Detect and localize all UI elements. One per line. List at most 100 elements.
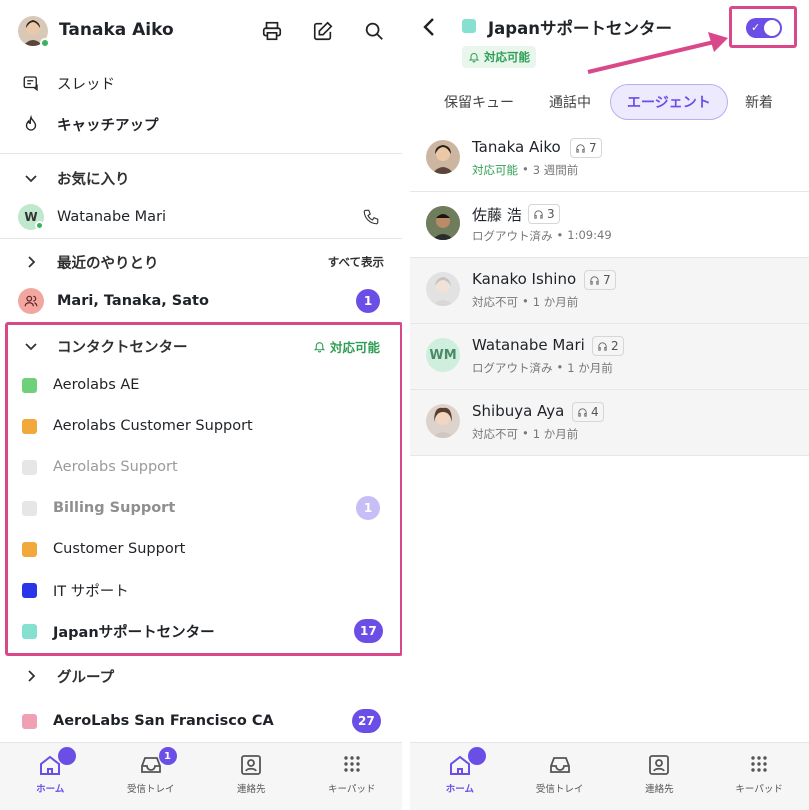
tab-keypad[interactable]: キーパッド xyxy=(302,743,403,810)
agent-status: 対応不可 • 1 か月前 xyxy=(472,294,578,310)
group-item[interactable]: AeroLabs San Francisco CA 27 xyxy=(0,701,402,741)
recent-header[interactable]: 最近のやりとり すべて表示 xyxy=(0,242,402,282)
online-indicator xyxy=(35,221,44,230)
tab-on-call[interactable]: 通話中 xyxy=(549,84,591,120)
tab-inbox[interactable]: 1 受信トレイ xyxy=(101,743,202,810)
tab-label: ホーム xyxy=(445,784,474,795)
agent-call-count: 7 xyxy=(584,270,616,290)
threads-icon xyxy=(23,76,38,92)
compose-icon[interactable] xyxy=(312,20,334,42)
group-header[interactable]: グループ xyxy=(0,656,402,696)
agent-row[interactable]: WM Watanabe Mari 2 ログアウト済み • 1 か月前 xyxy=(410,324,809,390)
contact-center-item[interactable]: Billing Support 1 xyxy=(0,488,402,528)
agent-name: 佐藤 浩 xyxy=(472,206,522,224)
left-header: Tanaka Aiko xyxy=(0,0,402,66)
contact-center-header[interactable]: コンタクトセンター 対応可能 xyxy=(0,326,402,366)
recent-item[interactable]: Mari, Tanaka, Sato 1 xyxy=(0,281,402,321)
status-text: 対応不可 xyxy=(472,427,518,441)
contact-center-item[interactable]: Japanサポートセンター 17 xyxy=(0,611,402,651)
count-value: 2 xyxy=(611,339,619,353)
recent-item-label: Mari, Tanaka, Sato xyxy=(57,293,209,309)
contact-center-item[interactable]: IT サポート xyxy=(0,570,402,610)
nav-catchup-label: キャッチアップ xyxy=(57,117,159,134)
tab-keypad[interactable]: キーパッド xyxy=(709,743,809,810)
contact-center-item[interactable]: Aerolabs Support xyxy=(0,447,402,487)
tab-badge xyxy=(468,747,486,765)
agent-avatar xyxy=(426,404,460,438)
nav-catchup[interactable]: キャッチアップ xyxy=(0,104,402,144)
bottom-tab-bar: ホーム 受信トレイ 連絡先 キーパッド xyxy=(410,742,809,810)
tab-contacts[interactable]: 連絡先 xyxy=(201,743,302,810)
contacts-icon xyxy=(649,755,670,775)
availability-label: 対応可能 xyxy=(329,339,380,355)
inbox-icon xyxy=(549,757,570,773)
tab-home[interactable]: ホーム xyxy=(410,743,510,810)
queue-label: Aerolabs Support xyxy=(53,459,178,475)
agent-name: Watanabe Mari xyxy=(472,336,585,354)
agent-avatar xyxy=(426,272,460,306)
queue-color-swatch xyxy=(22,541,37,557)
queue-color-swatch xyxy=(462,19,476,33)
group-avatar xyxy=(18,288,44,314)
availability-toggle[interactable]: ✓ xyxy=(746,18,782,38)
tab-inbox[interactable]: 受信トレイ xyxy=(510,743,610,810)
show-all-link[interactable]: すべて表示 xyxy=(328,254,384,270)
headset-icon xyxy=(578,407,587,417)
agent-call-count: 3 xyxy=(528,204,560,224)
headset-icon xyxy=(590,275,599,285)
tab-hold-queue[interactable]: 保留キュー xyxy=(444,84,514,120)
search-icon[interactable] xyxy=(363,20,385,42)
agent-row[interactable]: Tanaka Aiko 7 対応可能 • 3 週間前 xyxy=(410,126,809,192)
availability-status: 対応可能 xyxy=(462,46,536,68)
print-icon[interactable] xyxy=(261,20,283,42)
contact-center-item[interactable]: Aerolabs Customer Support xyxy=(0,406,402,446)
agent-row[interactable]: Kanako Ishino 7 対応不可 • 1 か月前 xyxy=(410,258,809,324)
agent-avatar xyxy=(426,140,460,174)
agent-row[interactable]: 佐藤 浩 3 ログアウト済み • 1:09:49 xyxy=(410,192,809,258)
favorite-item[interactable]: W Watanabe Mari xyxy=(0,197,402,237)
unread-badge: 27 xyxy=(352,709,381,733)
right-pane: Japanサポートセンター 対応可能 ✓ 保留キュー 通話中 エージェント 新着… xyxy=(410,0,809,810)
agent-call-count: 2 xyxy=(592,336,624,356)
unread-badge: 17 xyxy=(354,619,383,643)
headset-icon xyxy=(598,341,607,351)
tab-label: キーパッド xyxy=(735,784,783,795)
queue-color-swatch xyxy=(22,623,37,639)
back-icon[interactable] xyxy=(422,16,436,38)
status-time: 1 か月前 xyxy=(567,361,613,375)
headset-icon xyxy=(534,209,543,219)
queue-label: Aerolabs Customer Support xyxy=(53,418,253,434)
bell-icon xyxy=(468,53,480,63)
tab-home[interactable]: ホーム xyxy=(0,743,101,810)
chevron-down-icon xyxy=(25,343,37,351)
people-icon xyxy=(24,295,38,307)
toggle-knob xyxy=(764,20,780,36)
tab-new[interactable]: 新着 xyxy=(745,84,773,120)
separator: • xyxy=(522,294,529,308)
tab-contacts[interactable]: 連絡先 xyxy=(610,743,710,810)
nav-threads-label: スレッド xyxy=(57,76,115,93)
annotation-arrow xyxy=(587,32,728,74)
contact-center-item[interactable]: Customer Support xyxy=(0,529,402,569)
agent-avatar: WM xyxy=(426,338,460,372)
unread-badge: 1 xyxy=(356,496,380,520)
agent-status: 対応不可 • 1 か月前 xyxy=(472,426,578,442)
status-text: ログアウト済み xyxy=(472,361,553,375)
contacts-icon xyxy=(241,755,262,775)
count-value: 7 xyxy=(589,141,597,155)
favorites-header[interactable]: お気に入り xyxy=(0,158,402,198)
divider xyxy=(0,153,402,154)
availability-status[interactable]: 対応可能 xyxy=(313,337,380,356)
phone-icon[interactable] xyxy=(362,208,380,226)
chevron-right-icon xyxy=(28,670,36,682)
nav-threads[interactable]: スレッド xyxy=(0,63,402,103)
contact-center-item[interactable]: Aerolabs AE xyxy=(0,365,402,405)
separator: • xyxy=(556,228,564,242)
tab-agents[interactable]: エージェント xyxy=(610,84,728,120)
queue-label: Aerolabs AE xyxy=(53,377,140,393)
agent-avatar xyxy=(426,206,460,240)
flame-icon xyxy=(25,115,37,131)
agent-row[interactable]: Shibuya Aya 4 対応不可 • 1 か月前 xyxy=(410,390,809,456)
left-pane: Tanaka Aiko スレッド キャッチアップ お気に入り W Watanab… xyxy=(0,0,402,810)
queue-color-swatch xyxy=(22,459,37,475)
